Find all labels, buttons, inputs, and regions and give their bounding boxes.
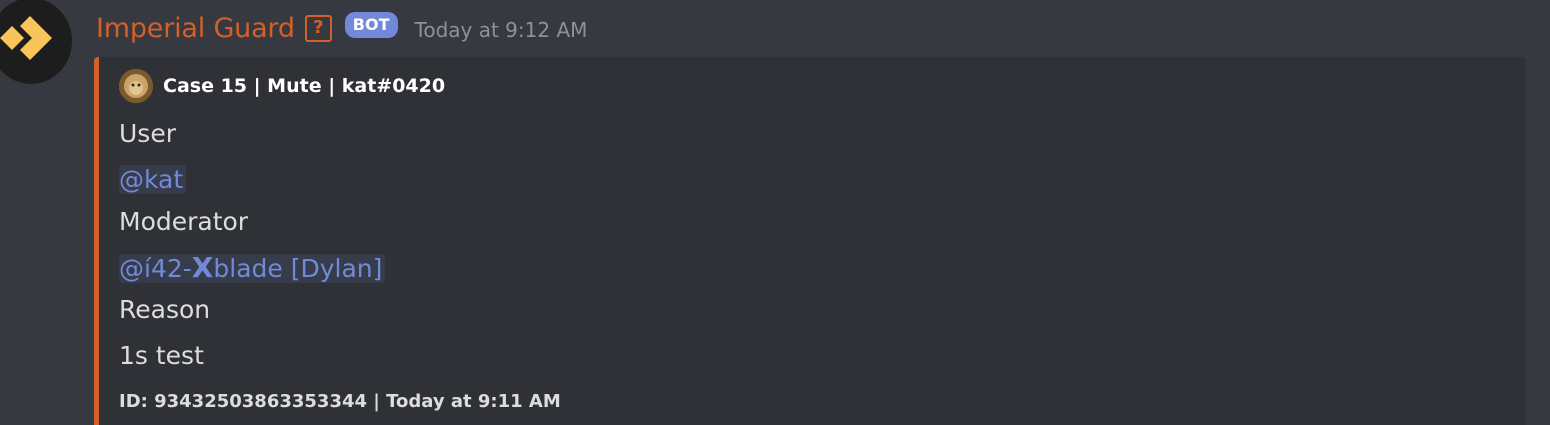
field-user-value: @kat	[119, 163, 187, 197]
field-reason-label: Reason	[119, 295, 211, 324]
field-moderator-value: @í42-Xblade [Dylan]	[119, 251, 386, 286]
lion-avatar-icon	[119, 69, 153, 103]
chat-message: Imperial Guard ? BOT Today at 9:12 AM Ca…	[0, 0, 1550, 425]
embed-footer: ID: 93432503863353344 | Today at 9:11 AM	[119, 391, 561, 412]
moderator-mention-prefix: @í42-	[119, 254, 192, 283]
user-mention[interactable]: @kat	[119, 165, 187, 194]
question-mark-icon: ?	[304, 14, 332, 42]
field-moderator-label: Moderator	[119, 207, 249, 236]
embed-author-name: Case 15 | Mute | kat#0420	[163, 75, 446, 97]
bot-badge: BOT	[344, 12, 398, 38]
moderator-mention-suffix: blade [Dylan]	[213, 254, 383, 283]
moderator-mention-x: X	[191, 251, 214, 284]
moderator-mention[interactable]: @í42-Xblade [Dylan]	[119, 251, 386, 284]
field-user-label: User	[119, 119, 176, 148]
imperial-guard-logo-icon	[0, 16, 52, 60]
bot-avatar[interactable]	[0, 0, 72, 84]
embed-author: Case 15 | Mute | kat#0420	[119, 69, 445, 103]
message-header: Imperial Guard ? BOT Today at 9:12 AM	[96, 9, 587, 47]
case-embed: Case 15 | Mute | kat#0420 User @kat Mode…	[94, 57, 1525, 425]
message-timestamp: Today at 9:12 AM	[414, 18, 588, 42]
username[interactable]: Imperial Guard	[96, 13, 295, 44]
field-reason-value: 1s test	[119, 341, 204, 370]
